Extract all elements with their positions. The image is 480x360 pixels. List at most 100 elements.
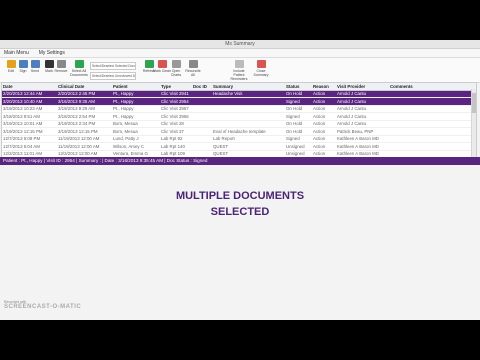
table-cell: Arnold J Cantu [337, 91, 367, 97]
table-row[interactable]: 3/20/2013 10:40 AM 3/16/2013 9:35 AM Pt., … [2, 98, 476, 106]
ribbon-button-label: Close Summary [253, 69, 269, 77]
menu-main[interactable]: Main Menu [4, 50, 29, 56]
table-cell: 2/20/2013 2:45 PM [58, 91, 96, 97]
document-status-bar: Patient : Pt., Happy | Visit ID : 2954 |… [0, 157, 480, 165]
column-header[interactable]: Summary [213, 84, 286, 89]
close-button[interactable]: Close Summary [252, 60, 270, 77]
table-cell: Wilson, Amey C [113, 143, 144, 149]
table-cell: Action [313, 98, 326, 104]
column-header[interactable]: Date [2, 84, 58, 89]
vertical-scrollbar[interactable] [471, 89, 476, 157]
message-line-2: SELECTED [210, 206, 270, 218]
table-cell: Signed [286, 136, 300, 142]
reconcile-button[interactable]: Reconcile All [184, 60, 202, 77]
table-row[interactable]: 12/7/2013 5:04 AM 11/19/2013 12:00 AM Wils… [2, 143, 476, 151]
column-header[interactable]: Type [161, 84, 193, 89]
ribbon-button-label: Open Charts [170, 69, 182, 77]
chart-button[interactable]: Open Charts [167, 60, 185, 77]
table-cell: Pt., Happy [113, 98, 134, 104]
remove-icon [56, 60, 66, 68]
window-title: Ms Summary [225, 41, 255, 47]
table-row[interactable]: 3/19/2013 12:15 PM 3/19/2013 12:15 PM Bom,… [2, 128, 476, 136]
table-cell: Lab Rpt 109 [161, 151, 185, 157]
message-line-1: MULTIPLE DOCUMENTS [175, 190, 305, 202]
table-cell: Action [313, 106, 326, 112]
title-bar: Ms Summary [0, 40, 480, 49]
table-cell: Unsigned [286, 143, 305, 149]
table-cell: Arnold J Cantu [337, 121, 367, 127]
grid-header: Date Clinical Date Patient Type Doc ID Summar… [2, 83, 476, 91]
app-window: Ms Summary Main Menu My Settings Select/… [0, 40, 480, 320]
table-cell: 3/18/2013 2:54 PM [58, 113, 96, 119]
table-cell: Ventura, Emma G [113, 151, 148, 157]
table-cell: Clic Visit 2956 [161, 113, 189, 119]
table-cell: Arnold J Cantu [337, 98, 367, 104]
table-cell: Action [313, 128, 326, 134]
table-cell: Clic Visit 2957 [161, 106, 189, 112]
table-row[interactable]: 12/7/2013 5:08 PM 11/19/2013 12:00 AM Lund… [2, 136, 476, 143]
table-cell: Pt., Happy [113, 91, 134, 97]
table-row[interactable]: 3/19/2013 10:23 AM 3/19/2013 9:29 AM Pt., … [2, 106, 476, 113]
scroll-thumb[interactable] [472, 93, 476, 113]
table-cell: 3/19/2013 10:23 AM [3, 106, 43, 112]
ribbon-toolbar: Select/Deselect Selected Documents Selec… [0, 58, 480, 83]
select-selected-docs[interactable]: Select/Deselect Selected Documents [90, 62, 136, 70]
menu-settings[interactable]: My Settings [39, 50, 65, 56]
table-cell: Arnold J Cantu [337, 113, 367, 119]
clean-icon [157, 60, 167, 68]
ribbon-button-label: Select All Documents [70, 69, 88, 77]
select-unreviewed-docs[interactable]: Select/Deselect Unreviewed Documents [90, 72, 136, 80]
column-header[interactable]: Doc ID [193, 84, 213, 89]
check-button[interactable]: Select All Documents [70, 60, 88, 77]
table-row[interactable]: 3/19/2013 10:01 AM 3/19/2013 2:34 PM Bom, … [2, 121, 476, 128]
ribbon-button-label: Include Patient Reminders [230, 69, 248, 81]
table-cell: 12/7/2013 5:04 AM [3, 143, 40, 149]
send-icon [30, 60, 40, 68]
table-row[interactable]: 3/18/2013 9:51 AM 3/18/2013 2:54 PM Pt., H… [2, 113, 476, 121]
table-cell: Pt., Happy [113, 106, 134, 112]
table-cell: QUEST [213, 143, 229, 149]
column-header[interactable]: Clinical Date [58, 84, 113, 89]
table-cell: 2/20/2013 12:44 AM [3, 91, 43, 97]
check-icon [74, 60, 84, 68]
reconcile-icon [188, 60, 198, 68]
table-cell: Action [313, 121, 326, 127]
table-cell: Lab Rpt 92 [161, 136, 183, 142]
table-cell: Clic Visit 28 [161, 121, 184, 127]
table-cell: Lab Report [213, 136, 235, 142]
table-cell: 3/19/2013 9:29 AM [58, 106, 95, 112]
documents-grid: Date Clinical Date Patient Type Doc ID Summar… [1, 82, 477, 158]
table-cell: Clic Visit 37 [161, 128, 184, 134]
column-header[interactable]: Status [286, 84, 313, 89]
grid-body: 2/20/2013 12:44 AM 2/20/2013 2:45 PM Pt., … [2, 90, 476, 158]
close-icon [256, 60, 266, 68]
table-cell: Action [313, 151, 326, 157]
table-cell: 11/19/2013 12:00 AM [58, 143, 100, 149]
table-cell: 3/16/2013 9:35 AM [58, 98, 95, 104]
table-cell: Kathleen A Baron MD [337, 143, 379, 149]
table-cell: Lab Rpt 140 [161, 143, 185, 149]
reminder-button[interactable]: Include Patient Reminders [230, 60, 248, 81]
table-cell: Signed [286, 113, 300, 119]
column-header[interactable]: Visit Provider [337, 84, 390, 89]
table-cell: Bom, Mesua [113, 128, 138, 134]
column-header[interactable]: Reason [313, 84, 337, 89]
table-cell: Action [313, 143, 326, 149]
table-cell: On Hold [286, 128, 303, 134]
logo-big-text: SCREENCAST-O-MATIC [4, 304, 82, 310]
table-row[interactable]: 2/20/2013 12:44 AM 2/20/2013 2:45 PM Pt., … [2, 90, 476, 98]
table-cell: Patrick Beau, PNP [337, 128, 374, 134]
column-header[interactable]: Patient [113, 84, 161, 89]
table-cell: 11/19/2013 12:00 AM [58, 136, 100, 142]
table-cell: On Hold [286, 121, 303, 127]
column-header[interactable]: Comments [390, 84, 430, 89]
table-cell: Arnold J Cantu [337, 106, 367, 112]
table-cell: Action [313, 91, 326, 97]
table-cell: Kathleen A Baron MD [337, 136, 379, 142]
remove-button[interactable]: Remove [52, 60, 70, 73]
table-cell: Signed [286, 98, 300, 104]
table-cell: 3/19/2013 2:34 PM [58, 121, 96, 127]
table-cell: 3/20/2013 10:40 AM [3, 98, 43, 104]
table-cell: Lund, Patty J [113, 136, 139, 142]
table-cell: On Hold [286, 91, 303, 97]
